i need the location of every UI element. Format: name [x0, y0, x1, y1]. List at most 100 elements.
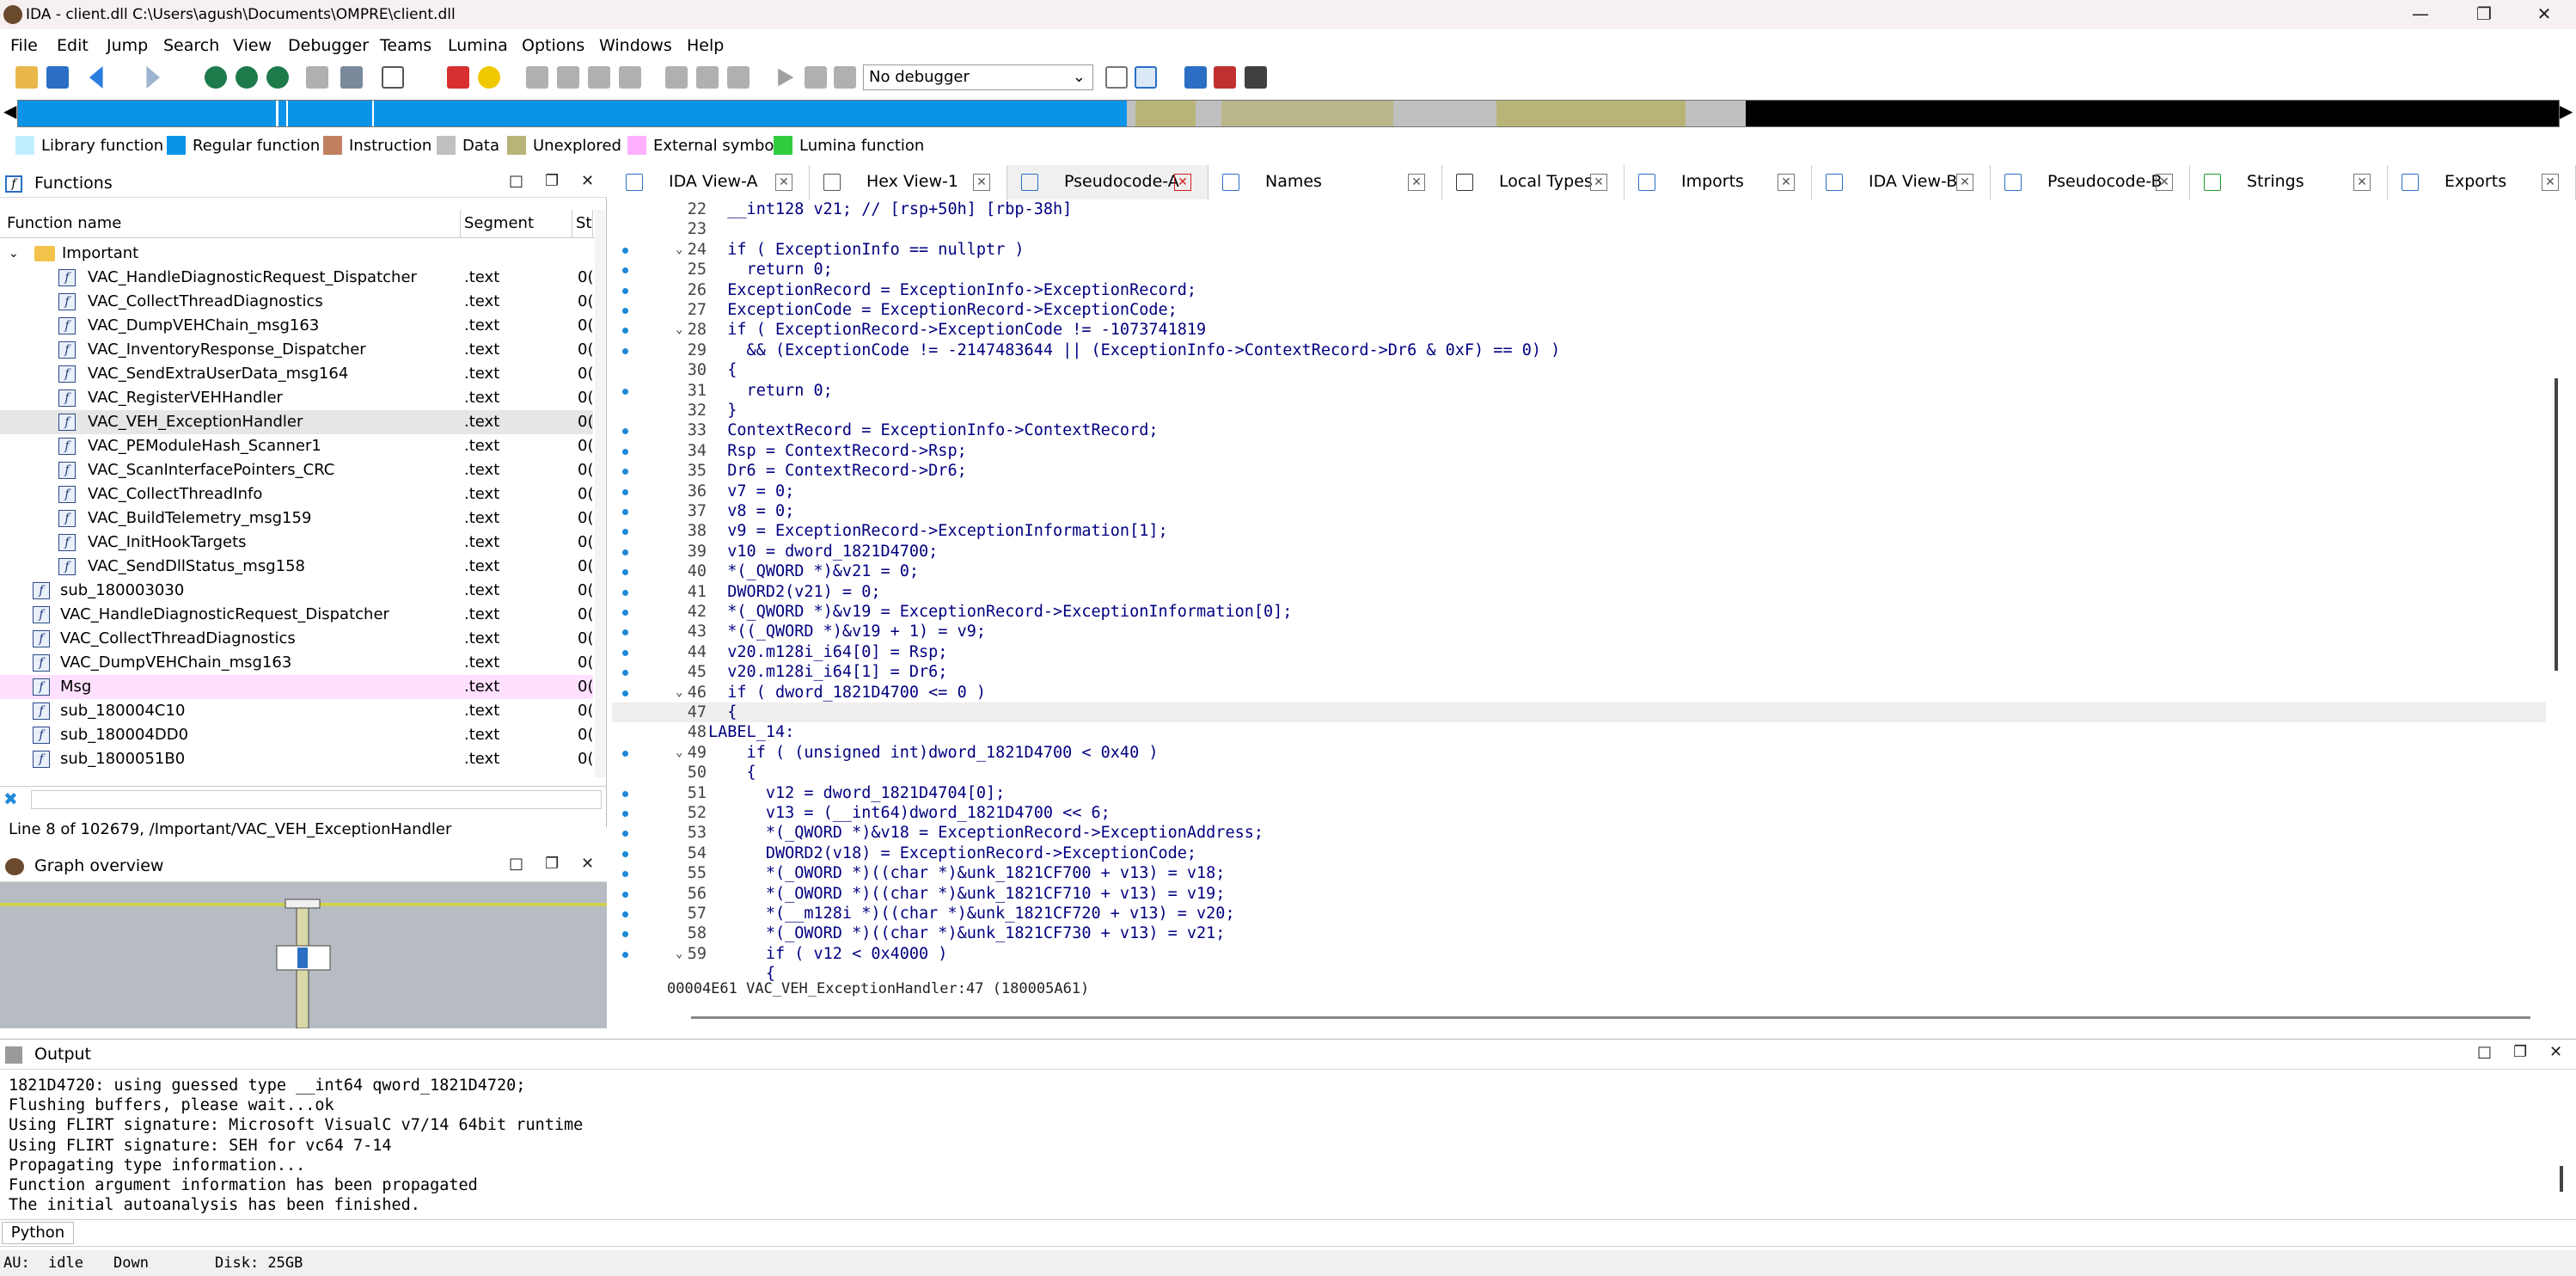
list-icon[interactable]: [1184, 66, 1207, 89]
fold-chevron-icon[interactable]: ⌄: [676, 683, 682, 702]
python-input[interactable]: [79, 1222, 2572, 1244]
function-row[interactable]: f sub_180004DD0 .text 0(: [0, 723, 593, 747]
color-icon[interactable]: [478, 66, 500, 89]
menu-windows[interactable]: Windows: [599, 36, 672, 55]
start-debugger-icon[interactable]: [778, 68, 794, 87]
forward-arrow-icon[interactable]: [146, 66, 160, 89]
close-tab-icon[interactable]: ✕: [2353, 174, 2371, 191]
code-line[interactable]: 53 *(_QWORD *)&v18 = ExceptionRecord->Ex…: [612, 823, 2546, 843]
function-row[interactable]: f VAC_VEH_ExceptionHandler .text 0(: [0, 410, 593, 434]
code-line[interactable]: 57 *(__m128i *)((char *)&unk_1821CF720 +…: [612, 904, 2546, 923]
code-line[interactable]: 41 DWORD2(v21) = 0;: [612, 582, 2546, 602]
graph-overview[interactable]: [0, 882, 607, 1029]
struct-icon[interactable]: [306, 66, 328, 89]
toggle-icon[interactable]: [1105, 66, 1128, 89]
navigation-band[interactable]: [17, 100, 2560, 127]
stack-icon[interactable]: [665, 66, 688, 89]
code-line[interactable]: 50 {: [612, 763, 2546, 782]
pause-icon[interactable]: [805, 66, 827, 89]
menu-lumina[interactable]: Lumina: [448, 36, 508, 55]
patch-icon[interactable]: [696, 66, 719, 89]
code-line[interactable]: 55 *(_OWORD *)((char *)&unk_1821CF700 + …: [612, 863, 2546, 883]
column-segment[interactable]: Segment: [461, 210, 572, 237]
menu-edit[interactable]: Edit: [57, 36, 89, 55]
maximize-button[interactable]: ❐: [2458, 0, 2510, 29]
column-start[interactable]: St: [572, 210, 593, 237]
code-line[interactable]: 48 LABEL_14:: [612, 722, 2546, 742]
function-row[interactable]: f VAC_RegisterVEHHandler .text 0(: [0, 386, 593, 410]
code-line[interactable]: 22 __int128 v21; // [rsp+50h] [rbp-38h]: [612, 199, 2546, 219]
close-tab-icon[interactable]: ✕: [1956, 174, 1973, 191]
function-icon[interactable]: [236, 66, 258, 89]
code-icon[interactable]: [205, 66, 227, 89]
tab-hex-view-1[interactable]: Hex View-1 ✕: [810, 165, 1007, 199]
fold-chevron-icon[interactable]: ⌄: [676, 320, 682, 340]
stop-icon[interactable]: [834, 66, 856, 89]
nav-right-arrow-icon[interactable]: ▶: [2560, 101, 2573, 121]
open-icon[interactable]: [15, 66, 38, 89]
code-line[interactable]: 29 && (ExceptionCode != -2147483644 || (…: [612, 340, 2546, 360]
function-row[interactable]: f VAC_SendExtraUserData_msg164 .text 0(: [0, 362, 593, 386]
horizontal-scrollbar[interactable]: [691, 1016, 2530, 1019]
function-row[interactable]: f VAC_ScanInterfacePointers_CRC .text 0(: [0, 458, 593, 482]
function-row[interactable]: f VAC_DumpVEHChain_msg163 .text 0(: [0, 651, 593, 675]
code-line[interactable]: 52 v13 = (__int64)dword_1821D4700 << 6;: [612, 803, 2546, 823]
sync-icon[interactable]: [1135, 66, 1157, 89]
column-function-name[interactable]: Function name: [0, 210, 461, 237]
fold-chevron-icon[interactable]: ⌄: [676, 743, 682, 763]
panel-close-icon[interactable]: ✕: [2549, 1043, 2562, 1061]
xref-icon[interactable]: [588, 66, 610, 89]
function-row[interactable]: f sub_1800051B0 .text 0(: [0, 747, 593, 771]
function-row[interactable]: f VAC_HandleDiagnosticRequest_Dispatcher.…: [0, 266, 593, 290]
functions-scrollbar[interactable]: [595, 210, 605, 777]
code-line[interactable]: 32 }: [612, 401, 2546, 420]
tab-strings[interactable]: Strings ✕: [2190, 165, 2388, 199]
close-window-button[interactable]: ✕: [2518, 0, 2570, 29]
function-row[interactable]: f VAC_CollectThreadDiagnostics .text 0(: [0, 627, 593, 651]
code-line[interactable]: 31 return 0;: [612, 381, 2546, 401]
code-line[interactable]: 40 *(_QWORD *)&v21 = 0;: [612, 561, 2546, 581]
function-row[interactable]: f VAC_CollectThreadDiagnostics .text 0(: [0, 290, 593, 314]
output-scrollbar[interactable]: [2560, 1166, 2563, 1192]
function-row[interactable]: f VAC_InitHookTargets .text 0(: [0, 531, 593, 555]
code-line[interactable]: 56 *(_OWORD *)((char *)&unk_1821CF710 + …: [612, 884, 2546, 904]
function-row[interactable]: f VAC_PEModuleHash_Scanner1 .text 0(: [0, 434, 593, 458]
tab-local-types[interactable]: Local Types ✕: [1442, 165, 1625, 199]
debugger-select[interactable]: No debugger ⌄: [863, 64, 1093, 90]
minimize-button[interactable]: —: [2395, 0, 2446, 29]
close-tab-icon[interactable]: ✕: [973, 174, 990, 191]
close-tab-icon[interactable]: ✕: [775, 174, 792, 191]
save-icon[interactable]: [46, 66, 69, 89]
code-line[interactable]: 34 Rsp = ContextRecord->Rsp;: [612, 441, 2546, 461]
undefine-icon[interactable]: [340, 66, 363, 89]
data-icon[interactable]: [266, 66, 289, 89]
code-line[interactable]: 24 ⌄ if ( ExceptionInfo == nullptr ): [612, 240, 2546, 260]
tab-exports[interactable]: Exports ✕: [2388, 165, 2576, 199]
tab-pseudocode-b[interactable]: Pseudocode-B ✕: [1991, 165, 2190, 199]
script-icon[interactable]: [619, 66, 641, 89]
function-row[interactable]: f VAC_DumpVEHChain_msg163 .text 0(: [0, 314, 593, 338]
code-line[interactable]: 47 {: [612, 702, 2546, 723]
close-tab-icon[interactable]: ✕: [2542, 174, 2559, 191]
text-icon[interactable]: [382, 66, 404, 89]
tab-imports[interactable]: Imports ✕: [1625, 165, 1812, 199]
panel-restore-icon[interactable]: □: [2477, 1043, 2492, 1061]
code-line[interactable]: 33 ContextRecord = ExceptionInfo->Contex…: [612, 420, 2546, 440]
function-row[interactable]: f sub_180004C10 .text 0(: [0, 699, 593, 723]
function-row[interactable]: f Msg .text 0(: [0, 675, 593, 699]
code-line[interactable]: 28 ⌄ if ( ExceptionRecord->ExceptionCode …: [612, 320, 2546, 340]
code-line[interactable]: 54 DWORD2(v18) = ExceptionRecord->Except…: [612, 844, 2546, 863]
menu-debugger[interactable]: Debugger: [288, 36, 369, 55]
code-line[interactable]: 42 *(_QWORD *)&v19 = ExceptionRecord->Ex…: [612, 602, 2546, 622]
close-tab-icon[interactable]: ✕: [2156, 174, 2173, 191]
code-line[interactable]: 27 ExceptionCode = ExceptionRecord->Exce…: [612, 300, 2546, 320]
close-tab-icon[interactable]: ✕: [1174, 174, 1191, 191]
menu-options[interactable]: Options: [522, 36, 584, 55]
function-row[interactable]: f VAC_CollectThreadInfo .text 0(: [0, 482, 593, 506]
tracing-icon[interactable]: [1245, 66, 1267, 89]
code-line[interactable]: 38 v9 = ExceptionRecord->ExceptionInform…: [612, 521, 2546, 541]
panel-float-icon[interactable]: ❐: [545, 172, 559, 190]
back-arrow-icon[interactable]: [89, 66, 103, 89]
code-line[interactable]: 44 v20.m128i_i64[0] = Rsp;: [612, 642, 2546, 662]
code-line[interactable]: 46 ⌄ if ( dword_1821D4700 <= 0 ): [612, 683, 2546, 702]
